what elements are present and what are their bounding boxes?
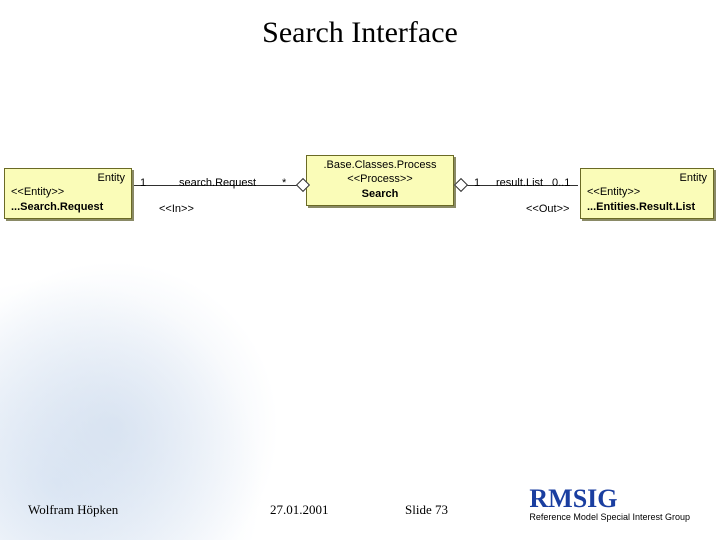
uml-box-stereotype: <<Process>> (307, 172, 453, 186)
uml-box-name: ...Search.Request (5, 199, 131, 218)
uml-entity-result-list: Entity <<Entity>> ...Entities.Result.Lis… (580, 168, 714, 219)
uml-entity-search-request: Entity <<Entity>> ...Search.Request (4, 168, 132, 219)
logo-text: RMSIG (529, 486, 690, 512)
assoc-mult-left-end: * (282, 177, 286, 189)
footer-author: Wolfram Höpken (28, 502, 118, 518)
footer: Wolfram Höpken 27.01.2001 Slide 73 RMSIG… (0, 492, 720, 540)
assoc-mult-left: 1 (140, 177, 146, 189)
uml-box-label: .Base.Classes.Process (307, 156, 453, 172)
uml-diagram: Entity <<Entity>> ...Search.Request .Bas… (4, 155, 716, 275)
dependency-label-in: <<In>> (159, 203, 194, 215)
footer-logo: RMSIG Reference Model Special Interest G… (529, 486, 690, 522)
assoc-label-right: result.List (496, 177, 543, 189)
uml-box-label: Entity (5, 169, 131, 185)
aggregation-diamond-right (454, 178, 468, 192)
uml-box-stereotype: <<Entity>> (5, 185, 131, 199)
uml-process-search: .Base.Classes.Process <<Process>> Search (306, 155, 454, 206)
assoc-mult-right-start: 1 (474, 177, 480, 189)
uml-box-stereotype: <<Entity>> (581, 185, 713, 199)
logo-subtitle: Reference Model Special Interest Group (529, 512, 690, 522)
dependency-label-out: <<Out>> (526, 203, 569, 215)
uml-box-label: Entity (581, 169, 713, 185)
uml-box-name: ...Entities.Result.List (581, 199, 713, 218)
assoc-mult-right-end: 0..1 (552, 177, 570, 189)
assoc-label-left: search.Request (179, 177, 256, 189)
uml-box-name: Search (307, 186, 453, 205)
slide-title: Search Interface (0, 16, 720, 50)
footer-date: 27.01.2001 (270, 502, 329, 518)
footer-slide-number: Slide 73 (405, 502, 448, 518)
